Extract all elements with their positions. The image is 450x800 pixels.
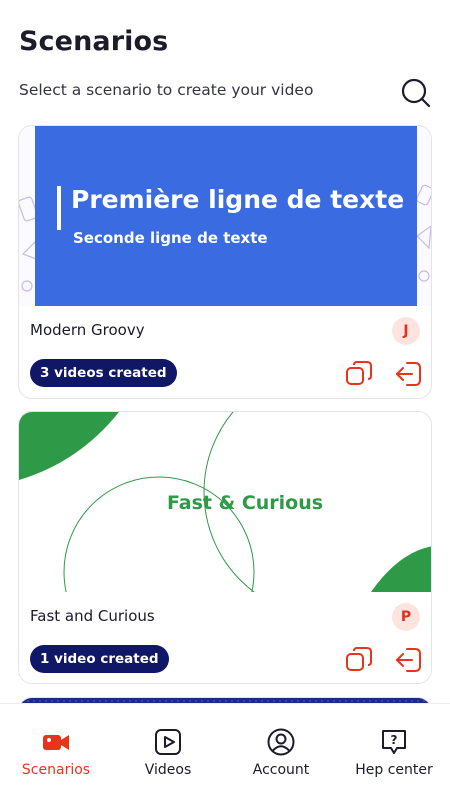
nav-tab-videos[interactable]: Videos xyxy=(112,727,224,778)
scenario-title: Modern Groovy xyxy=(30,321,145,339)
page-title: Scenarios xyxy=(19,26,169,57)
modern-groovy-preview: Première ligne de texte Seconde ligne de… xyxy=(19,126,431,306)
author-avatar: P xyxy=(392,603,420,631)
nav-label: Account xyxy=(252,762,310,778)
nav-label: Videos xyxy=(144,762,192,778)
preview-line-2: Seconde ligne de texte xyxy=(73,229,268,247)
video-camera-icon xyxy=(43,735,69,750)
search-icon xyxy=(401,78,431,108)
author-avatar: J xyxy=(392,317,420,345)
search-button[interactable] xyxy=(400,77,432,109)
videos-count-badge: 3 videos created xyxy=(30,359,177,387)
nav-label: Hep center xyxy=(355,762,433,778)
open-icon xyxy=(396,648,421,672)
preview-line-1: Première ligne de texte xyxy=(71,185,404,214)
bottom-navigation: Scenarios Videos Account ? Hep center xyxy=(0,703,450,800)
duplicate-button[interactable] xyxy=(344,645,374,675)
open-scenario-button[interactable] xyxy=(393,645,423,675)
nav-tab-scenarios[interactable]: Scenarios xyxy=(0,727,112,778)
duplicate-icon xyxy=(346,361,372,385)
play-icon xyxy=(155,729,181,755)
page-subtitle: Select a scenario to create your video xyxy=(19,81,314,99)
videos-count-badge: 1 video created xyxy=(30,645,169,673)
scenario-card-modern-groovy[interactable]: Première ligne de texte Seconde ligne de… xyxy=(18,125,432,399)
preview-text: Fast & Curious xyxy=(167,492,323,514)
duplicate-button[interactable] xyxy=(344,359,374,389)
duplicate-icon xyxy=(346,647,372,671)
open-icon xyxy=(396,362,421,386)
app: Scenarios Select a scenario to create yo… xyxy=(0,0,450,800)
help-icon: ? xyxy=(382,730,406,754)
fast-curious-preview: Fast & Curious xyxy=(19,412,431,592)
user-icon xyxy=(267,728,295,756)
nav-tab-account[interactable]: Account xyxy=(225,727,337,778)
open-scenario-button[interactable] xyxy=(393,359,423,389)
scenario-title: Fast and Curious xyxy=(30,607,155,625)
scenario-card-fast-and-curious[interactable]: Fast & Curious Fast and Curious P 1 vide… xyxy=(18,411,432,684)
svg-text:?: ? xyxy=(391,733,398,747)
nav-label: Scenarios xyxy=(21,762,91,778)
nav-tab-help-center[interactable]: ? Hep center xyxy=(338,727,450,778)
scenario-thumbnail[interactable]: Fast & Curious xyxy=(19,412,431,592)
scenario-thumbnail[interactable]: Première ligne de texte Seconde ligne de… xyxy=(19,126,431,306)
